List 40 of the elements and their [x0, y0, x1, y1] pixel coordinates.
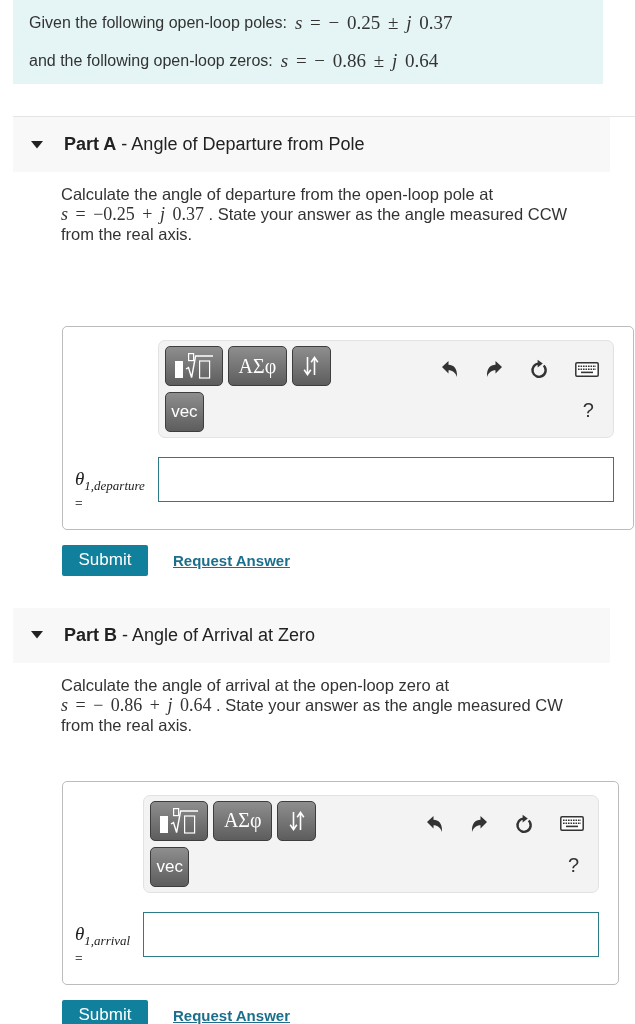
up-down-arrows-icon [288, 810, 305, 831]
given-text: Given the following open-loop poles: s = − 0.25 ± j 0.37 [29, 11, 454, 35]
help-button[interactable]: ? [568, 853, 580, 877]
root-template-icon [159, 806, 200, 835]
up-down-arrows-icon [303, 356, 320, 376]
vector-button[interactable]: vec [164, 392, 204, 432]
undo-icon[interactable] [426, 814, 445, 833]
reset-icon[interactable] [514, 813, 535, 834]
arrows-button[interactable] [277, 800, 317, 841]
question-text: Calculate the angle of departure from the open-loop pole at s = −0.25 + j 0.37 . State your answer as the angle measured CCW from the real axis. [61, 184, 569, 244]
symbols-button[interactable]: ΑΣφ [227, 346, 287, 386]
vector-button[interactable]: vec [150, 846, 190, 887]
templates-button[interactable] [150, 800, 209, 841]
undo-icon[interactable] [440, 360, 459, 378]
redo-icon[interactable] [470, 814, 489, 833]
redo-icon[interactable] [484, 360, 503, 378]
equals-sign: = [75, 949, 83, 965]
answer-input[interactable] [143, 911, 600, 957]
question-text: Calculate the angle of arrival at the open-loop zero at s = − 0.86 + j 0.64 . State your answer as the angle measured CW from the real axis. [61, 674, 564, 735]
root-template-icon [173, 352, 214, 380]
arrows-button[interactable] [291, 346, 331, 386]
templates-button[interactable] [164, 346, 223, 386]
part-title: Part A - Angle of Departure from Pole [64, 134, 365, 155]
answer-variable: θ$_{1,arrival}$ [75, 922, 131, 949]
help-button[interactable]: ? [582, 399, 594, 422]
submit-button[interactable]: Submit [62, 999, 148, 1024]
part-title: Part B - Angle of Arrival at Zero [64, 624, 316, 646]
reset-icon[interactable] [528, 359, 549, 379]
equals-sign: = [75, 494, 83, 510]
symbols-button[interactable]: ΑΣφ [213, 800, 273, 841]
answer-variable: θ$_{1,departure}$ [75, 468, 145, 494]
request-answer-link[interactable]: Request Answer [173, 551, 290, 569]
request-answer-link[interactable]: Request Answer [173, 1006, 290, 1024]
part-header[interactable]: Part B - Angle of Arrival at Zero [13, 607, 610, 663]
part-header[interactable]: Part A - Angle of Departure from Pole [13, 117, 610, 172]
given-text: and the following open-loop zeros: s = − 0.86 ± j 0.64 [29, 49, 440, 73]
answer-input[interactable] [157, 457, 614, 502]
submit-button[interactable]: Submit [62, 544, 148, 576]
keyboard-icon[interactable] [560, 816, 585, 832]
keyboard-icon[interactable] [574, 361, 599, 377]
